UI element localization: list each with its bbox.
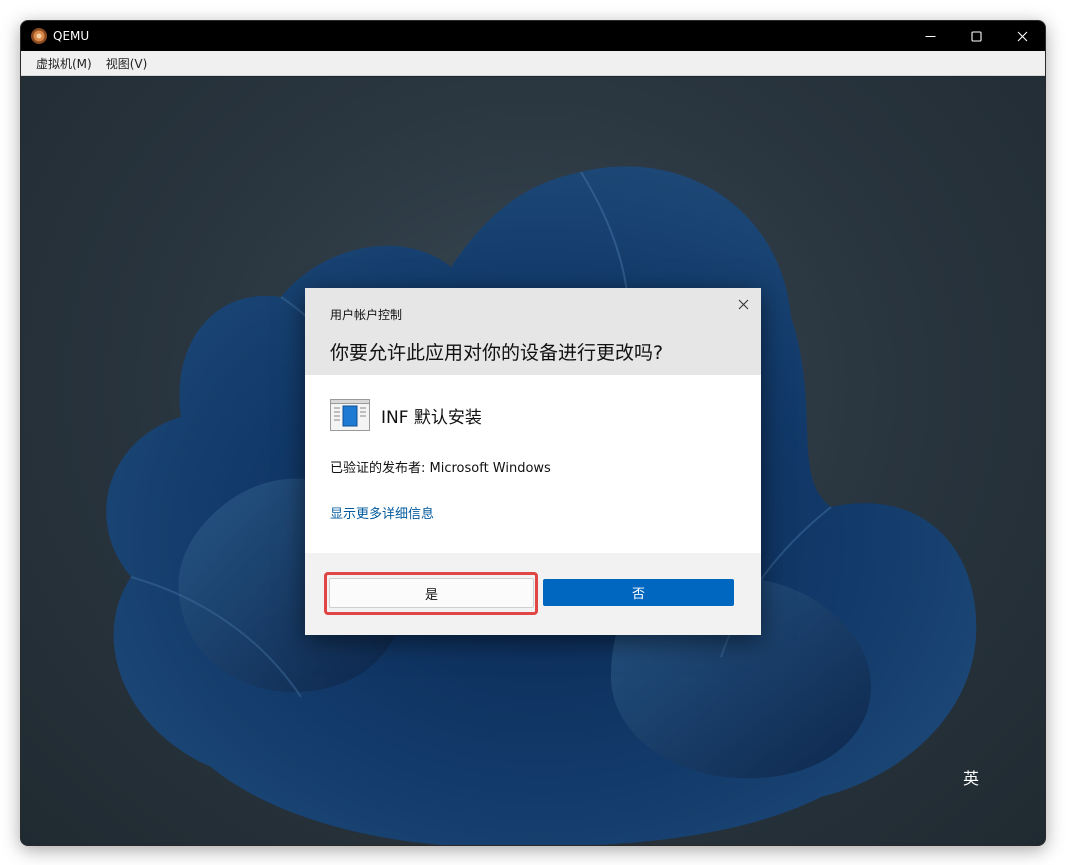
- publisher-info: 已验证的发布者: Microsoft Windows: [330, 461, 551, 476]
- show-details-link[interactable]: 显示更多详细信息: [330, 503, 434, 522]
- dialog-close-button[interactable]: [733, 294, 753, 314]
- uac-question: 你要允许此应用对你的设备进行更改吗?: [330, 342, 664, 364]
- guest-desktop[interactable]: 英 用户帐户控制 你要允许此应用对你的设备进行更改吗? INF 默认安装 已验证…: [21, 77, 1045, 845]
- qemu-icon: [30, 27, 48, 45]
- no-button[interactable]: 否: [543, 579, 734, 606]
- window-title: QEMU: [53, 29, 90, 43]
- ime-indicator[interactable]: 英: [963, 765, 979, 789]
- app-info-row: INF 默认安装: [330, 399, 482, 431]
- qemu-window: QEMU 虚拟机(M) 视图(V) 英 用户帐户控制 你要允许此应用对你的设备进…: [20, 20, 1046, 846]
- uac-header: 用户帐户控制 你要允许此应用对你的设备进行更改吗?: [305, 288, 761, 375]
- close-button[interactable]: [999, 21, 1045, 51]
- minimize-icon: [925, 35, 935, 37]
- uac-title: 用户帐户控制: [330, 308, 403, 322]
- title-bar[interactable]: QEMU: [21, 21, 1045, 51]
- menu-bar: 虚拟机(M) 视图(V): [21, 51, 1045, 76]
- menu-machine[interactable]: 虚拟机(M): [29, 55, 99, 72]
- close-icon: [1017, 31, 1027, 41]
- app-name: INF 默认安装: [381, 407, 482, 428]
- menu-view[interactable]: 视图(V): [99, 55, 155, 72]
- inf-installer-icon: [330, 399, 370, 431]
- maximize-icon: [970, 30, 982, 42]
- uac-dialog: 用户帐户控制 你要允许此应用对你的设备进行更改吗? INF 默认安装 已验证的发…: [305, 288, 761, 635]
- window-controls: [907, 21, 1045, 51]
- uac-body: INF 默认安装 已验证的发布者: Microsoft Windows 显示更多…: [305, 375, 761, 553]
- maximize-button[interactable]: [953, 21, 999, 51]
- uac-footer: 是 否: [305, 553, 761, 635]
- yes-button[interactable]: 是: [329, 578, 534, 608]
- close-icon: [738, 299, 748, 309]
- minimize-button[interactable]: [907, 21, 953, 51]
